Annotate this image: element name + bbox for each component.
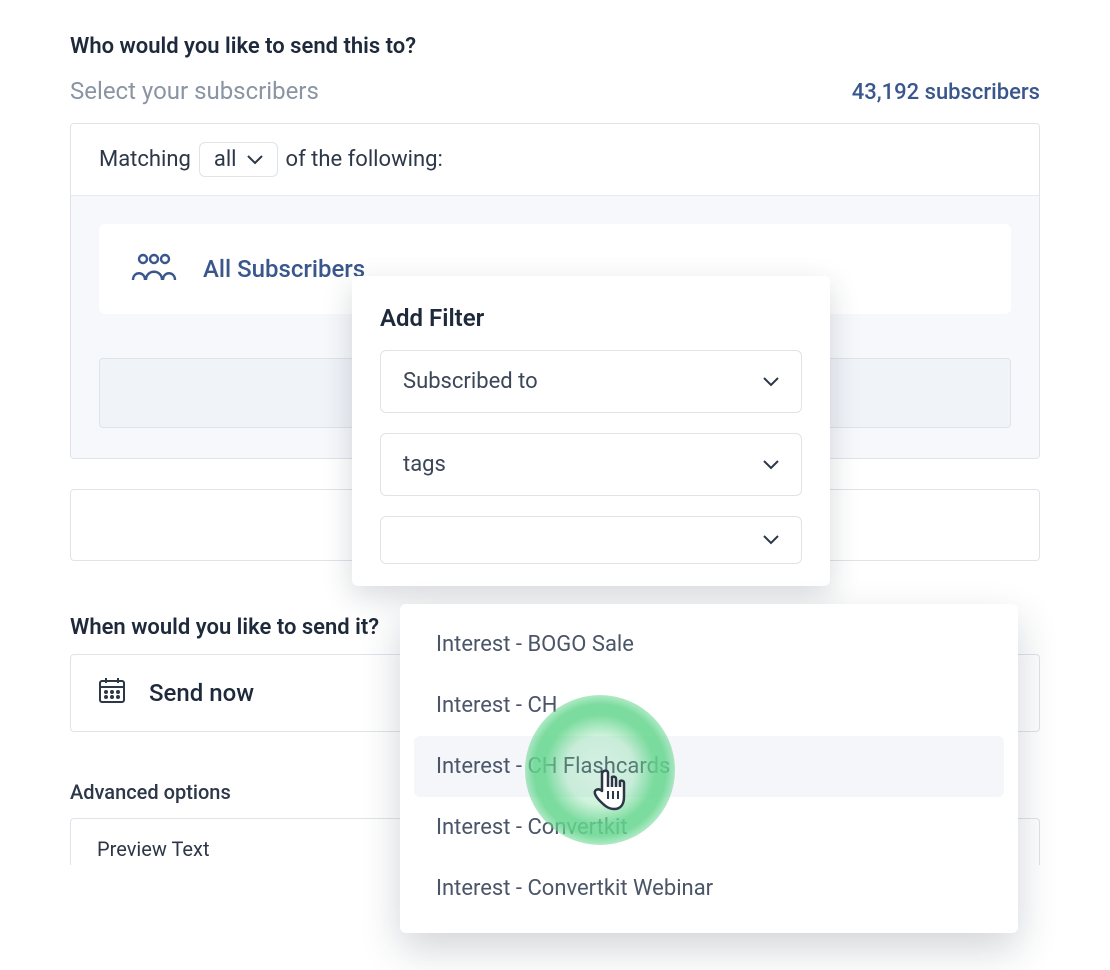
match-row: Matching all of the following: (71, 124, 1039, 196)
chevron-down-icon (247, 155, 263, 165)
calendar-icon (97, 675, 127, 711)
match-prefix: Matching (99, 147, 191, 172)
chevron-down-icon (763, 377, 779, 387)
add-filter-popover: Add Filter Subscribed to tags (352, 276, 830, 586)
match-mode-value: all (214, 147, 237, 172)
filter-type-value: tags (403, 452, 446, 477)
section-heading: Who would you like to send this to? (70, 34, 1040, 59)
filter-value-select[interactable] (380, 516, 802, 564)
filter-type-select[interactable]: tags (380, 433, 802, 496)
tag-option[interactable]: Interest - CH (414, 675, 1004, 736)
filter-condition-value: Subscribed to (403, 369, 538, 394)
select-subscribers-label: Select your subscribers (70, 77, 319, 105)
filter-condition-select[interactable]: Subscribed to (380, 350, 802, 413)
people-icon (129, 252, 179, 286)
match-mode-select[interactable]: all (199, 142, 278, 177)
tag-option[interactable]: Interest - Convertkit (414, 797, 1004, 858)
send-now-label: Send now (149, 679, 254, 707)
all-subscribers-label: All Subscribers (203, 255, 365, 283)
preview-text-label: Preview Text (97, 837, 209, 861)
tag-option[interactable]: Interest - BOGO Sale (414, 614, 1004, 675)
subscriber-count: 43,192 subscribers (852, 80, 1040, 105)
chevron-down-icon (763, 535, 779, 545)
tag-option[interactable]: Interest - Convertkit Webinar (414, 858, 1004, 919)
subscriber-summary-row: Select your subscribers 43,192 subscribe… (70, 77, 1040, 105)
chevron-down-icon (763, 460, 779, 470)
tag-option[interactable]: Interest - CH Flashcards (414, 736, 1004, 797)
add-filter-title: Add Filter (380, 304, 802, 332)
match-suffix: of the following: (286, 147, 443, 172)
tag-dropdown-list: Interest - BOGO Sale Interest - CH Inter… (400, 604, 1018, 933)
